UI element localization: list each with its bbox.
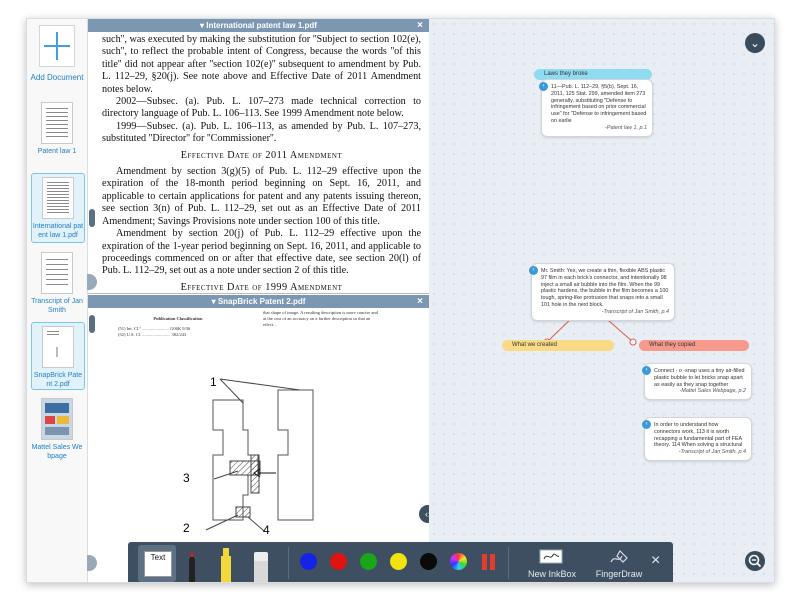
- pane-resize-handle[interactable]: [89, 209, 95, 227]
- sidebar-item-label: Patent law 1: [37, 148, 77, 155]
- figure-label: 3: [183, 471, 190, 485]
- notes-canvas[interactable]: Laws they broke ‹ 11—Pub. L. 112–29, §5(…: [429, 19, 774, 582]
- stroke-width-icon[interactable]: [481, 554, 497, 570]
- annotation-toolbar: Text New InkBox FingerDraw ×: [128, 542, 673, 582]
- pdf-paragraph: Amendment by section 20(j) of Pub. L. 11…: [102, 228, 421, 277]
- document-thumbnail: [41, 102, 73, 144]
- pub-class-heading: Publication Classification: [153, 316, 203, 321]
- eraser-tool-icon[interactable]: [252, 552, 270, 582]
- figure-label: 2: [183, 521, 190, 535]
- add-document-button[interactable]: Add Document: [27, 25, 87, 83]
- pane-title-bar[interactable]: ▾ International patent law 1.pdf ×: [88, 19, 429, 32]
- note-text: Connect - o -snap uses a tiny air-filled…: [654, 368, 745, 388]
- pdf-pane-top[interactable]: ▾ International patent law 1.pdf × such'…: [88, 19, 429, 294]
- note-text: Mr. Smith: Yes, we create a thin, flexib…: [541, 268, 669, 308]
- note-source: -Transcript of Jan Smith, p.4: [678, 449, 746, 456]
- text-tool-button[interactable]: Text: [138, 545, 176, 582]
- note-source: -Transcript of Jan Smith, p.4: [601, 308, 669, 315]
- document-thumbnail: [41, 252, 73, 294]
- note-card[interactable]: ‹ Mr. Smith: Yes, we create a thin, flex…: [529, 263, 675, 321]
- sidebar-item-mattel-sales[interactable]: Mattel Sales Webpage: [31, 395, 83, 461]
- fingerdraw-label: FingerDraw: [595, 569, 643, 579]
- color-picker-icon[interactable]: [450, 553, 467, 570]
- new-inkbox-button[interactable]: New InkBox: [518, 542, 586, 582]
- note-card[interactable]: ‹ 11—Pub. L. 112–29, §5(b), Sept. 16, 20…: [539, 79, 653, 137]
- webpage-thumbnail: [41, 398, 73, 440]
- note-source: -Patent law 1, p.1: [605, 124, 647, 131]
- pin-icon: ‹: [642, 366, 651, 375]
- pane-title: International patent law 1.pdf: [206, 21, 317, 30]
- close-pane-button[interactable]: ×: [417, 295, 423, 308]
- pane-title-bar[interactable]: ▾ SnapBrick Patent 2.pdf ×: [88, 295, 429, 308]
- sidebar-item-international-patent-law[interactable]: International patent law 1.pdf: [31, 173, 85, 243]
- sidebar-item-label: Mattel Sales Webpage: [31, 444, 83, 460]
- zoom-out-icon[interactable]: [745, 551, 765, 571]
- inkbox-icon: [539, 549, 563, 564]
- color-swatch-blue[interactable]: [300, 553, 317, 570]
- chevron-down-icon[interactable]: ⌄: [745, 33, 765, 53]
- color-swatch-red[interactable]: [330, 553, 347, 570]
- toolbar-divider: [508, 547, 509, 579]
- sidebar-item-label: Transcript of Jan Smith: [31, 298, 83, 314]
- close-pane-button[interactable]: ×: [417, 19, 423, 32]
- sidebar-item-snapbrick-patent[interactable]: SnapBrick Patent 2.pdf: [31, 322, 85, 390]
- figure-label: 4: [263, 523, 270, 537]
- pen-tool-icon[interactable]: [184, 548, 200, 582]
- pdf-heading: Effective Date of 1999 Amendment: [180, 281, 343, 293]
- note-text: In order to understand how connectors wo…: [654, 422, 743, 449]
- drawer-handle[interactable]: [87, 555, 97, 571]
- color-swatch-green[interactable]: [360, 553, 377, 570]
- document-sidebar: Add Document Patent law 1 International …: [27, 19, 88, 582]
- pdf-paragraph: 2002—Subsec. (a). Pub. L. 107–273 made t…: [102, 96, 421, 120]
- add-document-label: Add Document: [30, 73, 84, 82]
- pane-resize-handle[interactable]: [89, 315, 95, 333]
- text-tool-label: Text: [144, 551, 172, 577]
- note-card[interactable]: ‹ Connect - o -snap uses a tiny air-fill…: [642, 363, 752, 401]
- sidebar-item-transcript[interactable]: Transcript of Jan Smith: [31, 249, 83, 315]
- note-card[interactable]: ‹ In order to understand how connectors …: [642, 417, 752, 461]
- note-source: -Mattel Sales Webpage, p.2: [679, 388, 746, 395]
- figure-label: 1: [210, 375, 217, 389]
- sidebar-item-label: International patent law 1.pdf: [32, 223, 84, 239]
- pin-icon: ‹: [529, 266, 538, 275]
- sidebar-item-label: SnapBrick Patent 2.pdf: [33, 372, 83, 388]
- pdf-paragraph: such'', was executed by making the subst…: [102, 34, 421, 95]
- abstract-text: that shape of image. A resulting descrip…: [263, 310, 378, 327]
- pdf-pane-bottom[interactable]: ▾ SnapBrick Patent 2.pdf × Publication C…: [88, 295, 429, 545]
- pdf-heading: Effective Date of 2011 Amendment: [180, 149, 343, 161]
- close-toolbar-button[interactable]: ×: [651, 552, 660, 570]
- pdf-page-content: such'', was executed by making the subst…: [88, 32, 429, 293]
- document-thumbnail: [42, 177, 74, 219]
- finger-draw-icon: [610, 550, 628, 563]
- pdf-paragraph: Amendment by section 3(g)(5) of Pub. L. …: [102, 166, 421, 227]
- color-swatch-yellow[interactable]: [390, 553, 407, 570]
- class-row: (52) U.S. Cl. ......................... …: [118, 332, 187, 337]
- tag-what-we-created[interactable]: What we created: [502, 340, 614, 351]
- patent-header: Publication Classification (51) Int. Cl.…: [88, 308, 429, 348]
- plus-icon: [39, 25, 75, 67]
- fingerdraw-button[interactable]: FingerDraw: [590, 542, 648, 582]
- pin-icon: ‹: [642, 420, 651, 429]
- document-thumbnail: [42, 326, 74, 368]
- app-window: Add Document Patent law 1 International …: [26, 18, 775, 583]
- sidebar-item-patent-law-1[interactable]: Patent law 1: [31, 99, 83, 156]
- pane-title: SnapBrick Patent 2.pdf: [217, 297, 306, 306]
- patent-figure: [205, 378, 314, 532]
- note-text: 11—Pub. L. 112–29, §5(b), Sept. 16, 2011…: [551, 84, 647, 124]
- pdf-paragraph: 1999—Subsec. (a). Pub. L. 106–113, as am…: [102, 120, 421, 145]
- toolbar-divider: [288, 547, 289, 579]
- new-inkbox-label: New InkBox: [527, 569, 577, 579]
- tag-what-they-copied[interactable]: What they copied: [639, 340, 749, 351]
- color-swatch-black[interactable]: [420, 553, 437, 570]
- pin-icon: ‹: [539, 82, 548, 91]
- highlighter-tool-icon[interactable]: [218, 546, 234, 582]
